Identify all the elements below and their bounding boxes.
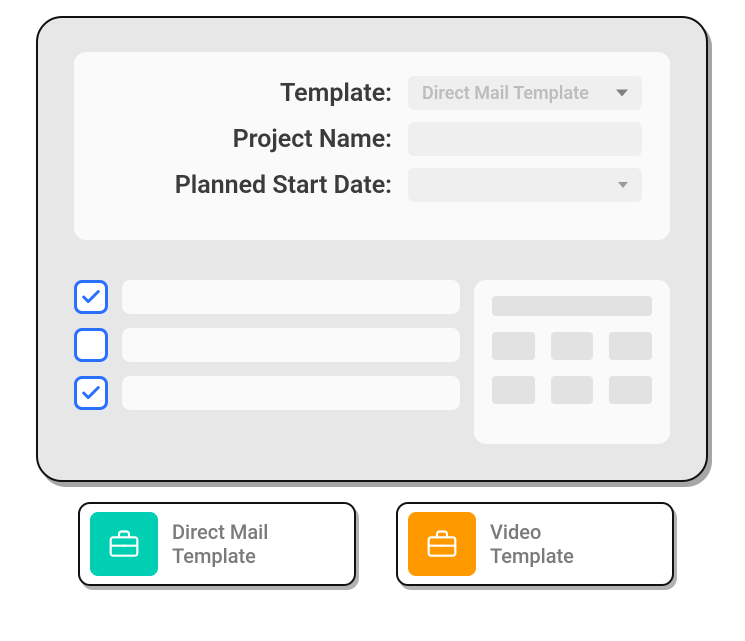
chevron-down-icon xyxy=(616,90,628,97)
template-label: Template: xyxy=(102,79,392,108)
checklist-item-label[interactable] xyxy=(122,328,460,362)
check-icon xyxy=(80,286,102,308)
briefcase-icon xyxy=(90,512,158,576)
checklist-item xyxy=(74,376,460,410)
calendar-cell[interactable] xyxy=(609,332,652,360)
calendar-cell[interactable] xyxy=(551,332,594,360)
form-row-template: Template: Direct Mail Template xyxy=(102,76,642,110)
calendar-cell[interactable] xyxy=(609,376,652,404)
start-date-label: Planned Start Date: xyxy=(102,171,392,200)
form-row-project-name: Project Name: xyxy=(102,122,642,156)
calendar-header xyxy=(492,296,652,316)
checkbox[interactable] xyxy=(74,328,108,362)
project-name-input[interactable] xyxy=(408,122,642,156)
checklist-item xyxy=(74,280,460,314)
template-card-label: Direct Mail Template xyxy=(172,520,268,568)
briefcase-icon xyxy=(408,512,476,576)
template-select[interactable]: Direct Mail Template xyxy=(408,76,642,110)
project-name-label: Project Name: xyxy=(102,125,392,154)
form-card: Template: Direct Mail Template Project N… xyxy=(74,52,670,240)
checkbox[interactable] xyxy=(74,376,108,410)
checklist-item-label[interactable] xyxy=(122,280,460,314)
template-card-label: Video Template xyxy=(490,520,574,568)
template-card-video[interactable]: Video Template xyxy=(396,502,674,586)
start-date-select[interactable] xyxy=(408,168,642,202)
calendar-box xyxy=(474,280,670,444)
template-card-direct-mail[interactable]: Direct Mail Template xyxy=(78,502,356,586)
checklist xyxy=(74,280,460,424)
checklist-item-label[interactable] xyxy=(122,376,460,410)
form-row-start-date: Planned Start Date: xyxy=(102,168,642,202)
main-panel: Template: Direct Mail Template Project N… xyxy=(36,16,708,482)
calendar-grid xyxy=(492,332,652,404)
calendar-cell[interactable] xyxy=(492,332,535,360)
calendar-cell[interactable] xyxy=(551,376,594,404)
checklist-item xyxy=(74,328,460,362)
templates-row: Direct Mail Template Video Template xyxy=(78,502,674,586)
template-select-value: Direct Mail Template xyxy=(422,83,589,104)
check-icon xyxy=(80,382,102,404)
calendar-cell[interactable] xyxy=(492,376,535,404)
checkbox[interactable] xyxy=(74,280,108,314)
chevron-down-icon xyxy=(618,182,628,188)
